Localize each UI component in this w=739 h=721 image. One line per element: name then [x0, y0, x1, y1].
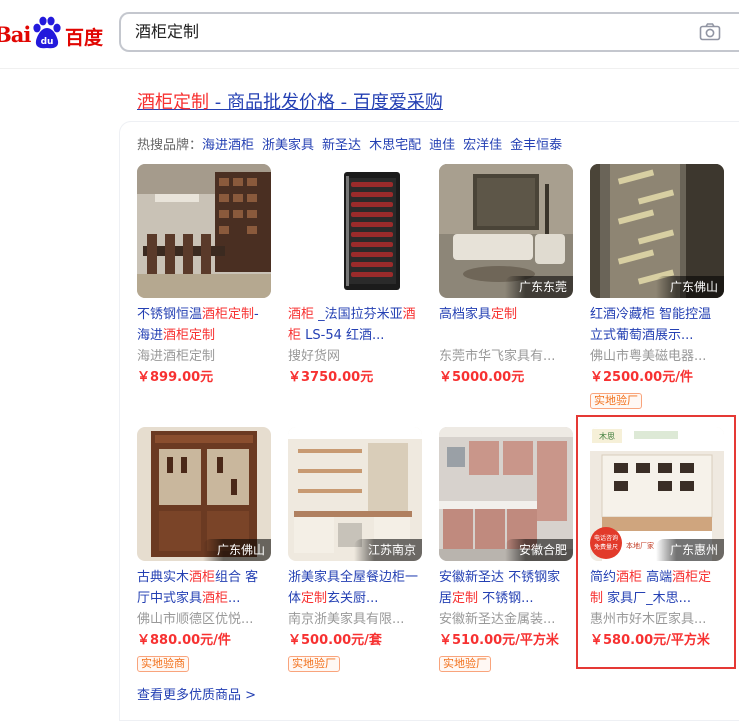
verification-badge: 实地验厂 [288, 656, 340, 672]
location-tag: 江苏南京 [353, 539, 422, 561]
location-tag: 广东东莞 [504, 276, 573, 298]
header: Bai du 百度 [0, 0, 739, 69]
product-card[interactable]: 广东佛山古典实木酒柜组合 客厅中式家具酒柜... 佛山市顺德区优悦... ￥880.… [137, 427, 271, 672]
location-tag: 安徽合肥 [504, 539, 573, 561]
verification-badge: 实地验商 [137, 656, 189, 672]
product-name-link[interactable]: 高档家具定制 [439, 304, 573, 346]
name-text: 古典实木 [137, 570, 190, 585]
logo-baidu-text: 百度 [65, 27, 104, 49]
logo-bai-text: Bai [0, 22, 31, 47]
product-price: ￥5000.00元 [439, 370, 525, 385]
product-card[interactable]: 酒柜 _法国拉芬米亚酒柜 LS-54 红酒... 搜好货网 ￥3750.00元 [288, 164, 422, 389]
shop-name[interactable]: 佛山市顺德区优悦... [137, 609, 271, 630]
location-tag: 广东佛山 [202, 539, 271, 561]
name-text: _法国拉芬米亚 [314, 307, 403, 322]
shop-name[interactable]: 南京浙美家具有限... [288, 609, 422, 630]
product-image[interactable]: 江苏南京 [288, 427, 422, 561]
name-text: 不锈钢恒温 [137, 307, 203, 322]
title-rest: - 商品批发价格 - 百度爱采购 [209, 92, 443, 113]
product-card[interactable]: 不锈钢恒温酒柜定制-海进酒柜定制 海进酒柜定制 ￥899.00元 [137, 164, 271, 389]
name-highlight: 定制 [452, 591, 479, 606]
verification-badge: 实地验厂 [439, 656, 491, 672]
shop-name[interactable]: 佛山市粤美磁电器... [590, 346, 724, 367]
brand-link[interactable]: 木思宅配 [369, 138, 421, 153]
logo-du-text: du [41, 37, 54, 47]
product-name-link[interactable]: 古典实木酒柜组合 客厅中式家具酒柜... [137, 567, 271, 609]
product-image[interactable]: 广东东莞 [439, 164, 573, 298]
name-text: 高档家具 [439, 307, 492, 322]
baidu-logo[interactable]: Bai du 百度 [0, 14, 110, 54]
name-text: 不锈钢... [478, 591, 534, 606]
hot-brands: 热搜品牌：海进酒柜 浙美家具 新圣达 木思宅配 迪佳 宏洋佳 金丰恒泰 [137, 134, 570, 153]
brand-link[interactable]: 海进酒柜 [202, 138, 254, 153]
hot-brands-label: 热搜品牌： [137, 138, 203, 153]
name-highlight: 酒柜 [189, 570, 216, 585]
product-name-link[interactable]: 浙美家具全屋餐边柜一体定制玄关厨... [288, 567, 422, 609]
verification-badge: 实地验厂 [590, 393, 642, 409]
title-highlight: 酒柜定制 [137, 92, 209, 113]
shop-name[interactable]: 安徽新圣达金属装... [439, 609, 573, 630]
product-name-link[interactable]: 不锈钢恒温酒柜定制-海进酒柜定制 [137, 304, 271, 346]
product-price: ￥500.00元/套 [288, 633, 382, 648]
product-card[interactable]: 广东佛山红酒冷藏柜 智能控温立式葡萄酒展示... 佛山市粤美磁电器... ￥2500… [590, 164, 724, 409]
name-highlight: 定制 [491, 307, 518, 322]
name-highlight: 酒柜 [202, 591, 229, 606]
product-price: ￥3750.00元 [288, 370, 374, 385]
selection-highlight-box [576, 415, 736, 669]
product-price: ￥899.00元 [137, 370, 214, 385]
name-highlight: 酒柜定制 [202, 307, 255, 322]
brand-link[interactable]: 新圣达 [322, 138, 361, 153]
product-image[interactable]: 广东佛山 [590, 164, 724, 298]
camera-icon[interactable] [699, 22, 721, 42]
shop-name[interactable]: 东莞市华飞家具有... [439, 346, 573, 367]
name-text: 玄关厨... [327, 591, 379, 606]
name-text: 红酒冷藏柜 智能控温立式葡萄酒展示... [590, 307, 712, 343]
brand-link[interactable]: 浙美家具 [262, 138, 314, 153]
shop-name[interactable]: 搜好货网 [288, 346, 422, 367]
product-price: ￥880.00元/件 [137, 633, 231, 648]
product-image[interactable] [137, 164, 271, 298]
product-card[interactable]: 广东东莞 高档家具定制 东莞市华飞家具有... ￥5000.00元 [439, 164, 573, 389]
brand-link[interactable]: 迪佳 [429, 138, 455, 153]
product-card[interactable]: 江苏南京浙美家具全屋餐边柜一体定制玄关厨... 南京浙美家具有限... ￥500.0… [288, 427, 422, 672]
result-title-link[interactable]: 酒柜定制 - 商品批发价格 - 百度爱采购 [137, 88, 443, 114]
product-name-link[interactable]: 红酒冷藏柜 智能控温立式葡萄酒展示... [590, 304, 724, 346]
search-box [119, 12, 739, 52]
brand-link[interactable]: 金丰恒泰 [510, 138, 562, 153]
product-price: ￥2500.00元/件 [590, 370, 693, 385]
search-input[interactable] [135, 14, 675, 50]
product-name-link[interactable]: 酒柜 _法国拉芬米亚酒柜 LS-54 红酒... [288, 304, 422, 346]
name-highlight: 定制 [301, 591, 328, 606]
product-card[interactable]: 安徽合肥安徽新圣达 不锈钢家居定制 不锈钢... 安徽新圣达金属装... ￥510.… [439, 427, 573, 672]
name-highlight: 酒柜 [288, 307, 315, 322]
paw-icon: du [33, 16, 61, 49]
location-tag: 广东佛山 [655, 276, 724, 298]
product-image[interactable]: 广东佛山 [137, 427, 271, 561]
shop-name[interactable]: 海进酒柜定制 [137, 346, 271, 367]
brand-link[interactable]: 宏洋佳 [463, 138, 502, 153]
product-image[interactable] [288, 164, 422, 298]
product-image[interactable]: 安徽合肥 [439, 427, 573, 561]
name-highlight: 酒柜定制 [163, 328, 216, 343]
product-name-link[interactable]: 安徽新圣达 不锈钢家居定制 不锈钢... [439, 567, 573, 609]
more-products-link[interactable]: 查看更多优质商品 > [137, 684, 256, 703]
name-text: LS-54 红酒... [301, 328, 385, 343]
product-price: ￥510.00元/平方米 [439, 633, 559, 648]
name-text: ... [228, 591, 241, 606]
